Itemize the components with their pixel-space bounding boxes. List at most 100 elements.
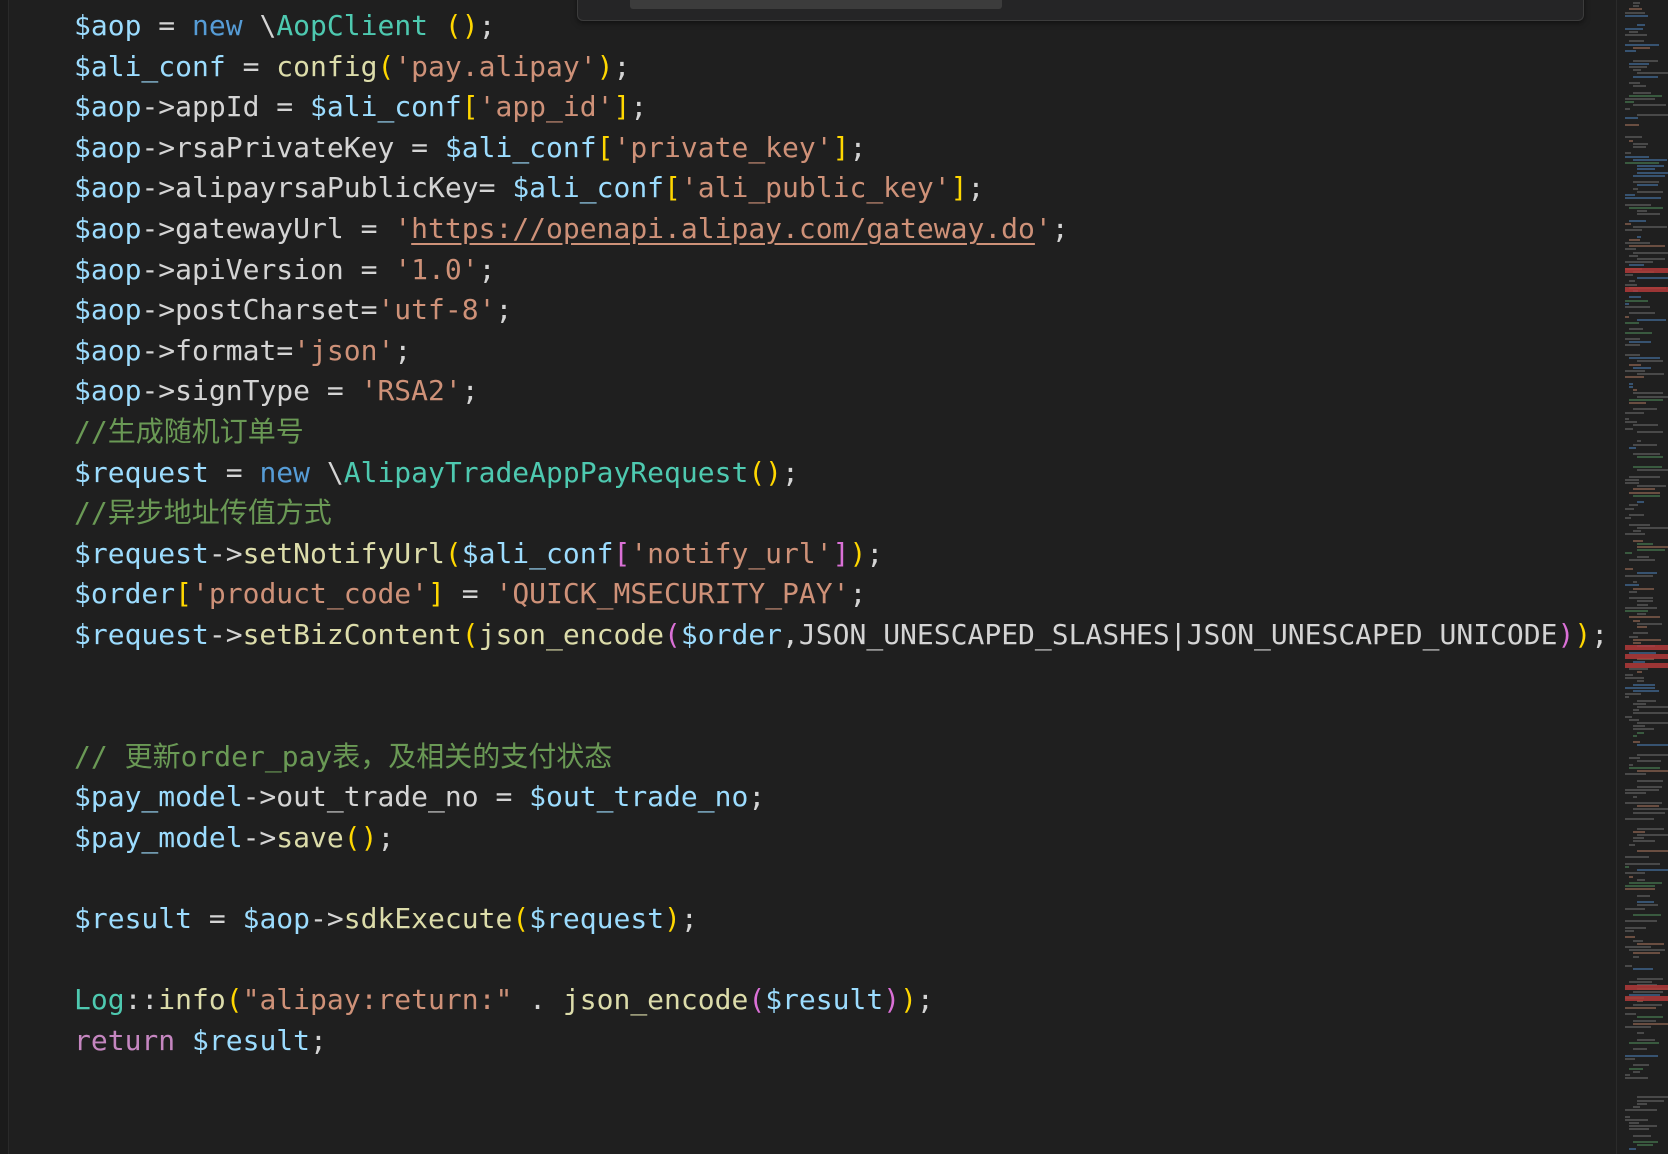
find-input[interactable] <box>630 0 1002 9</box>
code-line[interactable]: $aop->postCharset='utf-8'; <box>74 288 512 331</box>
code-line[interactable]: $aop = new \AopClient (); <box>74 4 495 47</box>
minimap-line <box>1633 187 1638 190</box>
code-token: -> <box>141 252 176 286</box>
find-widget[interactable] <box>577 0 1584 21</box>
code-token: json_encode <box>562 983 749 1017</box>
minimap-line <box>1637 114 1668 116</box>
code-token: setNotifyUrl <box>242 536 445 570</box>
minimap-line <box>1637 469 1668 472</box>
code-line[interactable]: $aop->signType = 'RSA2'; <box>74 369 479 412</box>
code-line[interactable]: // 更新order_pay表，及相关的支付状态 <box>74 735 612 778</box>
minimap-line <box>1625 1118 1648 1121</box>
minimap-line <box>1625 242 1650 244</box>
minimap-error-marker <box>1625 645 1668 650</box>
minimap-line <box>1637 850 1668 852</box>
code-token: ; <box>748 780 766 814</box>
code-line[interactable]: $order['product_code'] = 'QUICK_MSECURIT… <box>74 572 866 615</box>
minimap-line <box>1629 843 1635 846</box>
minimap-line <box>1625 34 1647 36</box>
code-token: -> <box>141 333 176 367</box>
minimap[interactable] <box>1616 0 1668 1154</box>
minimap-line <box>1629 1122 1639 1124</box>
minimap-line <box>1625 1115 1630 1118</box>
minimap-line <box>1625 11 1645 14</box>
code-line[interactable]: $aop->alipayrsaPublicKey= $ali_conf['ali… <box>74 166 984 209</box>
code-line[interactable]: $aop->rsaPrivateKey = $ali_conf['private… <box>74 126 866 169</box>
code-token: ; <box>866 536 884 570</box>
code-line[interactable]: $request->setNotifyUrl($ali_conf['notify… <box>74 532 883 575</box>
minimap-line <box>1629 402 1646 404</box>
minimap-line <box>1633 226 1667 228</box>
minimap-line <box>1633 443 1657 446</box>
minimap-line <box>1633 1019 1656 1022</box>
code-line[interactable]: $pay_model->out_trade_no = $out_trade_no… <box>74 775 765 818</box>
code-token: $aop <box>74 374 142 408</box>
code-area[interactable]: $aop = new \AopClient (); $ali_conf = con… <box>0 0 1616 1154</box>
minimap-line <box>1633 59 1658 62</box>
code-token: ] <box>950 171 968 205</box>
minimap-line <box>1625 907 1645 910</box>
code-token: () <box>748 455 783 489</box>
code-line[interactable]: $ali_conf = config('pay.alipay'); <box>74 45 630 88</box>
code-line[interactable]: $aop->gatewayUrl = 'https://openapi.alip… <box>74 207 1069 250</box>
minimap-line <box>1637 210 1647 212</box>
code-token: ( <box>664 618 681 651</box>
minimap-line <box>1629 1125 1657 1128</box>
code-token: "alipay:return:" <box>242 983 513 1017</box>
code-link[interactable]: https://openapi.alipay.com/gateway.do <box>411 212 1035 245</box>
code-line[interactable]: //生成随机订单号 <box>74 410 304 453</box>
minimap-line <box>1625 568 1633 571</box>
code-line[interactable]: $aop->format='json'; <box>74 329 411 372</box>
code-line[interactable]: $result = $aop->sdkExecute($request); <box>74 897 698 940</box>
minimap-line <box>1629 718 1639 721</box>
code-editor[interactable]: $aop = new \AopClient (); $ali_conf = con… <box>0 0 1668 1154</box>
minimap-line <box>1637 1038 1655 1041</box>
code-token: rsaPrivateKey <box>175 130 395 164</box>
code-line[interactable]: Log::info("alipay:return:" . json_encode… <box>74 978 934 1021</box>
minimap-line <box>1637 542 1653 545</box>
minimap-line <box>1633 709 1639 712</box>
minimap-line <box>1625 354 1640 356</box>
code-token: ( <box>512 902 530 936</box>
minimap-line <box>1633 1048 1647 1051</box>
minimap-line <box>1633 808 1668 811</box>
code-token: = <box>444 577 496 611</box>
minimap-line <box>1637 549 1665 552</box>
minimap-line <box>1629 763 1633 766</box>
minimap-line <box>1637 706 1668 708</box>
minimap-line <box>1637 190 1663 193</box>
code-token: 'QUICK_MSECURITY_PAY' <box>495 577 850 611</box>
code-token: -> <box>141 374 176 408</box>
code-token: ' <box>394 212 412 245</box>
minimap-line <box>1633 683 1655 686</box>
minimap-line <box>1633 581 1637 584</box>
code-token: -> <box>141 293 176 327</box>
minimap-line <box>1625 478 1639 481</box>
code-line[interactable]: $aop->apiVersion = '1.0'; <box>74 248 495 291</box>
code-token: ; <box>478 9 496 42</box>
minimap-line <box>1637 1096 1668 1099</box>
code-token: ] <box>613 90 631 124</box>
code-line[interactable]: $request = new \AlipayTradeAppPayRequest… <box>74 451 799 494</box>
code-token: //异步地址传值方式 <box>74 496 332 530</box>
minimap-line <box>1629 1067 1643 1070</box>
minimap-line <box>1633 466 1662 468</box>
code-token: [ <box>596 130 614 164</box>
code-token: $ali_conf <box>461 536 614 570</box>
minimap-line <box>1629 363 1641 366</box>
minimap-line <box>1637 168 1655 171</box>
code-line[interactable]: $pay_model->save(); <box>74 816 394 859</box>
minimap-line <box>1633 75 1658 78</box>
code-token: :: <box>124 983 159 1017</box>
code-line[interactable]: //异步地址传值方式 <box>74 491 332 534</box>
code-line[interactable]: return $result; <box>74 1019 327 1062</box>
code-line[interactable]: $aop->appId = $ali_conf['app_id']; <box>74 85 647 128</box>
minimap-line <box>1625 229 1642 232</box>
minimap-line <box>1625 322 1639 324</box>
code-token: = <box>141 9 193 42</box>
minimap-line <box>1629 491 1660 494</box>
minimap-line <box>1629 398 1663 401</box>
minimap-line <box>1637 699 1656 702</box>
minimap-line <box>1633 251 1668 254</box>
code-line[interactable]: $request->setBizContent(json_encode($ord… <box>74 613 1608 656</box>
